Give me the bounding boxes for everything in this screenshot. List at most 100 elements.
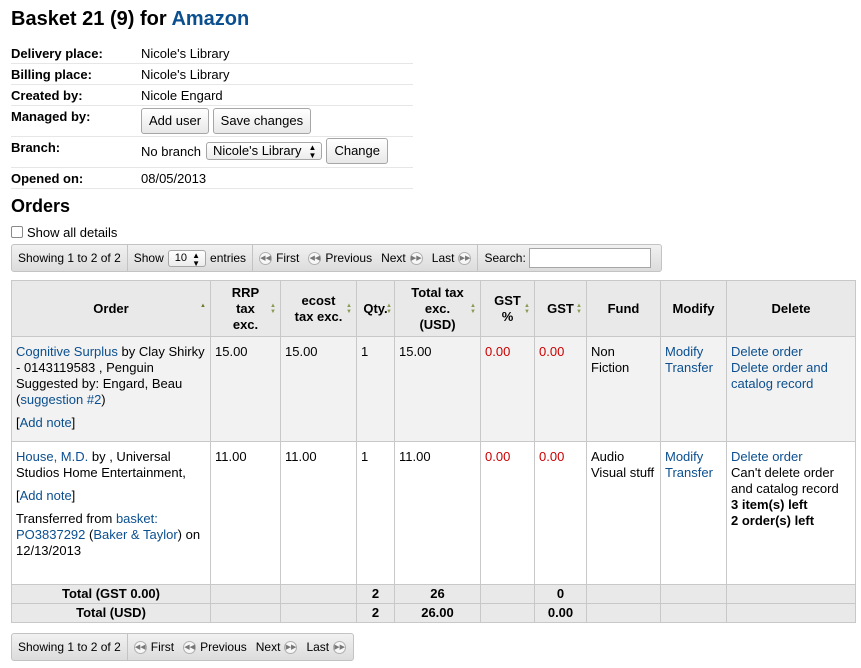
transfer-link[interactable]: Transfer [665, 360, 713, 375]
delete-cell: Delete order Delete order and catalog re… [726, 336, 856, 442]
col-header-gst[interactable]: GST ▲ ▼ [534, 280, 587, 337]
col-header-fund-label: Fund [607, 300, 640, 316]
branch-label: Branch: [11, 140, 61, 155]
gst-pct-cell: 0.00 [480, 336, 535, 442]
delete-order-catalog-link[interactable]: Delete order and catalog record [731, 360, 828, 391]
total-gst-qty: 2 [356, 584, 395, 604]
orders-heading: Orders [11, 196, 71, 216]
modify-link[interactable]: Modify [665, 449, 703, 464]
transferred-from-text: Transferred from [16, 511, 116, 526]
add-note-link[interactable]: Add note [20, 488, 72, 503]
modify-cell: Modify Transfer [660, 441, 727, 585]
last-page-icon: ▶▶ [333, 640, 347, 654]
paren-close: ) [101, 392, 106, 407]
managed-by-label: Managed by: [11, 109, 91, 124]
next-page-icon: ▶▶ [409, 251, 423, 265]
modify-link[interactable]: Modify [665, 344, 703, 359]
col-header-fund[interactable]: Fund [586, 280, 661, 337]
delivery-place-label: Delivery place: [11, 46, 103, 61]
branch-select-value: Nicole's Library [212, 143, 302, 158]
delete-order-link[interactable]: Delete order [731, 449, 803, 464]
gst-pct-cell: 0.00 [480, 441, 535, 585]
next-page-button[interactable]: Next ▶▶ [381, 251, 423, 265]
branch-select[interactable]: Nicole's Library ▲ ▼ [205, 142, 323, 160]
col-header-order[interactable]: Order ▲ [11, 280, 211, 337]
transfer-link[interactable]: Transfer [665, 465, 713, 480]
vendor-link[interactable]: Baker & Taylor [93, 527, 177, 542]
gst-cell: 0.00 [534, 441, 587, 585]
order-cell: Cognitive Surplus by Clay Shirky - 01431… [11, 336, 211, 442]
branch-row: Branch: No branch Nicole's Library ▲ ▼ Cha… [11, 137, 413, 168]
col-header-qty[interactable]: Qty. ▲ ▼ [356, 280, 395, 337]
col-header-delete-label: Delete [771, 300, 811, 316]
delivery-place-row: Delivery place: Nicole's Library [11, 43, 413, 64]
branch-value: No branch [141, 143, 201, 159]
previous-page-button[interactable]: ◀◀ Previous [183, 640, 247, 654]
pagination-top: ◀◀ First ◀◀ Previous Next ▶▶ Last ▶▶ [252, 245, 477, 271]
select-arrows-icon: ▲ ▼ [308, 143, 317, 160]
search-label: Search: [484, 251, 526, 265]
entries-select-value: 10 [174, 251, 188, 264]
col-header-rrp-label: RRP tax exc. [231, 284, 260, 332]
created-by-row: Created by: Nicole Engard [11, 85, 413, 106]
sort-ascending-icon: ▲ [200, 302, 206, 309]
total-usd-qty: 2 [356, 603, 395, 623]
billing-place-value: Nicole's Library [141, 67, 230, 82]
first-page-icon: ◀◀ [133, 640, 147, 654]
managed-by-row: Managed by: Add user Save changes [11, 106, 413, 137]
col-header-rrp[interactable]: RRP tax exc. ▲ ▼ [210, 280, 281, 337]
add-note-link[interactable]: Add note [20, 415, 72, 430]
show-all-details-checkbox[interactable] [11, 226, 23, 238]
col-header-ecost[interactable]: ecost tax exc. ▲ ▼ [280, 280, 357, 337]
last-page-button[interactable]: Last ▶▶ [306, 640, 347, 654]
table-info: Showing 1 to 2 of 2 [18, 251, 121, 265]
length-control: Show 10 ▲ ▼ entries [126, 245, 252, 271]
gst-cell: 0.00 [534, 336, 587, 442]
opened-on-value: 08/05/2013 [141, 171, 207, 186]
previous-page-button[interactable]: ◀◀ Previous [308, 251, 372, 265]
search-input[interactable] [528, 248, 651, 268]
previous-label: Previous [200, 640, 247, 654]
select-arrows-icon: ▲ ▼ [192, 250, 201, 268]
rrp-cell: 15.00 [210, 336, 281, 442]
order-title-link[interactable]: Cognitive Surplus [16, 344, 118, 359]
table-info-bottom: Showing 1 to 2 of 2 [18, 640, 121, 654]
previous-label: Previous [325, 251, 373, 265]
title-prefix: Basket 21 (9) for [11, 8, 167, 30]
bracket-close: ] [71, 488, 76, 503]
first-page-button[interactable]: ◀◀ First [133, 640, 174, 654]
cant-delete-text: Can't delete order and catalog record [731, 465, 839, 496]
next-page-button[interactable]: Next ▶▶ [256, 640, 298, 654]
show-all-details[interactable]: Show all details [11, 224, 117, 240]
order-title-link[interactable]: House, M.D. [16, 449, 88, 464]
col-header-modify-label: Modify [672, 300, 715, 316]
entries-select[interactable]: 10 ▲ ▼ [167, 249, 207, 268]
vendor-link[interactable]: Amazon [171, 8, 249, 30]
sort-both-icon: ▲ ▼ [346, 302, 352, 315]
orders-left-text: 2 order(s) left [731, 513, 815, 528]
col-header-modify[interactable]: Modify [660, 280, 727, 337]
change-branch-button[interactable]: Change [326, 138, 388, 164]
last-page-button[interactable]: Last ▶▶ [432, 251, 472, 265]
show-label: Show [133, 251, 164, 265]
modify-cell: Modify Transfer [660, 336, 727, 442]
order-cell: House, M.D. by , Universal Studios Home … [11, 441, 211, 585]
created-by-label: Created by: [11, 88, 83, 103]
col-header-gst-label: GST [547, 300, 574, 316]
suggestion-link[interactable]: suggestion #2 [20, 392, 101, 407]
delete-order-link[interactable]: Delete order [731, 344, 803, 359]
col-header-gst-pct[interactable]: GST % ▲ ▼ [480, 280, 535, 337]
sort-both-icon: ▲ ▼ [576, 302, 582, 315]
add-user-button[interactable]: Add user [141, 108, 210, 134]
col-header-total[interactable]: Total tax exc. (USD) ▲ ▼ [394, 280, 481, 337]
total-gst-total: 26 [394, 584, 481, 604]
opened-on-label: Opened on: [11, 171, 84, 186]
total-gst-row: Total (GST 0.00) 2 26 0 [11, 584, 856, 604]
opened-on-row: Opened on: 08/05/2013 [11, 168, 413, 189]
save-changes-button[interactable]: Save changes [212, 108, 312, 134]
first-page-button[interactable]: ◀◀ First [259, 251, 299, 265]
col-header-delete[interactable]: Delete [726, 280, 856, 337]
total-cell: 11.00 [394, 441, 481, 585]
sort-both-icon: ▲ ▼ [270, 302, 276, 315]
suggested-by-text: Suggested by: Engard, Beau [16, 376, 183, 391]
